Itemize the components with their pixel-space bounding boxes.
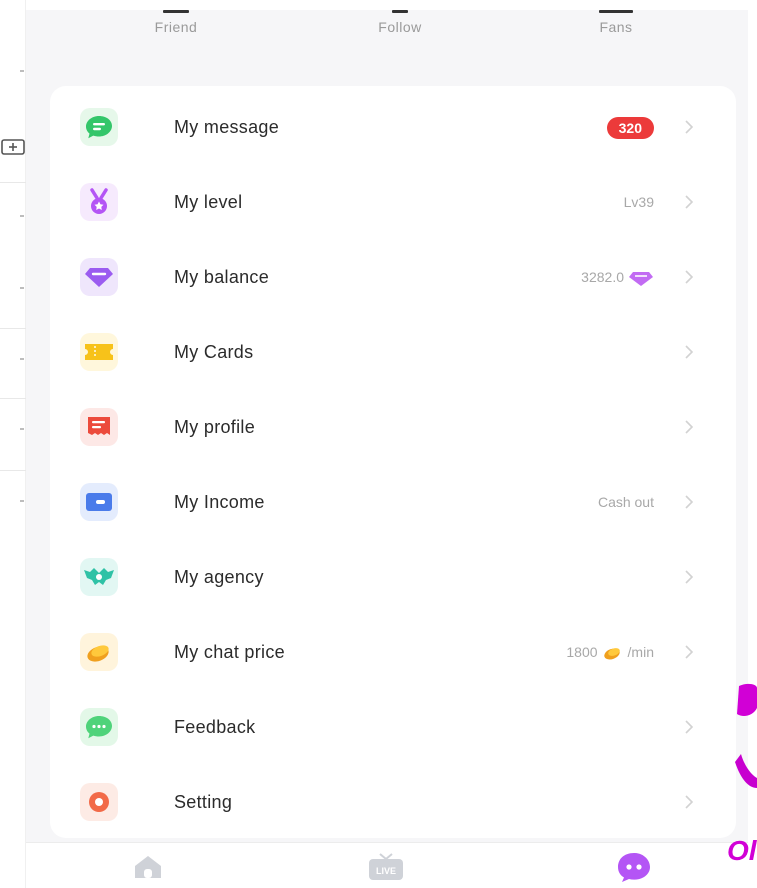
menu-item-label: My balance bbox=[174, 267, 270, 287]
text-fragment bbox=[20, 500, 24, 502]
chevron-right-icon bbox=[685, 120, 694, 134]
divider bbox=[0, 182, 26, 183]
settings-ring-icon bbox=[80, 783, 118, 821]
text-fragment bbox=[20, 358, 24, 360]
menu-item-label: My profile bbox=[174, 417, 256, 437]
agency-shield-icon bbox=[80, 558, 118, 596]
chevron-right-icon bbox=[685, 795, 694, 809]
cash-out-link[interactable]: Cash out bbox=[598, 465, 654, 540]
ticket-icon bbox=[80, 333, 118, 371]
home-icon bbox=[135, 856, 161, 878]
profile-screen: Friend Follow Fans My message 320 My lev… bbox=[26, 10, 748, 888]
divider bbox=[0, 398, 26, 399]
menu-item-my-balance[interactable]: My balance 3282.0 bbox=[50, 240, 736, 315]
coin-small-icon bbox=[603, 647, 620, 659]
brand-watermark: Ol bbox=[727, 680, 757, 888]
text-fragment bbox=[20, 70, 24, 72]
stat-number-cut bbox=[163, 10, 189, 13]
wallet-icon bbox=[80, 483, 118, 521]
brand-logo-icon: Ol bbox=[727, 683, 757, 866]
menu-item-my-chat-price[interactable]: My chat price 1800 /min bbox=[50, 615, 736, 690]
menu-item-feedback[interactable]: Feedback bbox=[50, 690, 736, 765]
menu-item-my-message[interactable]: My message 320 bbox=[50, 90, 736, 165]
stats-row: Friend Follow Fans bbox=[26, 10, 748, 70]
chat-bubble-icon bbox=[80, 108, 118, 146]
menu-item-label: My Income bbox=[174, 492, 265, 512]
stat-label: Fans bbox=[599, 19, 633, 35]
chat-price-amount: 1800 bbox=[566, 644, 598, 660]
live-label: LIVE bbox=[376, 866, 396, 876]
divider bbox=[0, 328, 26, 329]
brand-text: Ol bbox=[727, 835, 757, 866]
menu-item-setting[interactable]: Setting bbox=[50, 765, 736, 840]
text-fragment bbox=[20, 287, 24, 289]
profile-card-icon bbox=[80, 408, 118, 446]
chevron-right-icon bbox=[685, 345, 694, 359]
chevron-right-icon bbox=[685, 495, 694, 509]
level-value: Lv39 bbox=[623, 194, 654, 210]
text-fragment bbox=[20, 428, 24, 430]
chevron-right-icon bbox=[685, 570, 694, 584]
add-screen-icon bbox=[1, 139, 25, 155]
chevron-right-icon bbox=[685, 645, 694, 659]
chat-price-unit: /min bbox=[627, 644, 654, 660]
live-tv-icon: LIVE bbox=[369, 853, 403, 880]
chevron-right-icon bbox=[685, 195, 694, 209]
menu-item-my-profile[interactable]: My profile bbox=[50, 390, 736, 465]
chat-price-value: 1800 /min bbox=[566, 615, 654, 690]
stat-friend[interactable]: Friend bbox=[116, 10, 236, 35]
menu-item-my-agency[interactable]: My agency bbox=[50, 540, 736, 615]
coin-icon bbox=[80, 633, 118, 671]
chevron-right-icon bbox=[685, 720, 694, 734]
stat-label: Follow bbox=[378, 19, 422, 35]
bottom-tab-bar: LIVE bbox=[26, 842, 748, 888]
unread-count-badge: 320 bbox=[606, 116, 654, 139]
stat-follow[interactable]: Follow bbox=[340, 10, 460, 35]
menu-item-my-cards[interactable]: My Cards bbox=[50, 315, 736, 390]
stat-fans[interactable]: Fans bbox=[556, 10, 676, 35]
menu-item-label: My chat price bbox=[174, 642, 285, 662]
diamond-small-icon bbox=[629, 271, 653, 286]
divider bbox=[0, 470, 26, 471]
chevron-right-icon bbox=[685, 270, 694, 284]
feedback-bubble-icon bbox=[80, 708, 118, 746]
menu-item-label: My Cards bbox=[174, 342, 254, 362]
tab-live[interactable]: LIVE bbox=[356, 849, 416, 885]
menu-item-my-income[interactable]: My Income Cash out bbox=[50, 465, 736, 540]
text-fragment bbox=[20, 215, 24, 217]
menu-item-label: My message bbox=[174, 117, 280, 137]
menu-item-label: Setting bbox=[174, 792, 233, 812]
menu-item-label: Feedback bbox=[174, 717, 256, 737]
menu-item-label: My level bbox=[174, 192, 243, 212]
menu-item-my-level[interactable]: My level Lv39 bbox=[50, 165, 736, 240]
background-screen-strip bbox=[0, 0, 26, 888]
stat-number-cut bbox=[392, 10, 408, 13]
balance-value: 3282.0 bbox=[581, 240, 654, 315]
menu-card: My message 320 My level Lv39 My balance … bbox=[50, 86, 736, 838]
diamond-icon bbox=[80, 258, 118, 296]
menu-item-value: 320 bbox=[606, 90, 654, 165]
medal-icon bbox=[80, 183, 118, 221]
chevron-right-icon bbox=[685, 420, 694, 434]
menu-item-label: My agency bbox=[174, 567, 264, 587]
tab-me[interactable] bbox=[604, 849, 664, 885]
chat-face-icon bbox=[618, 853, 650, 882]
balance-amount: 3282.0 bbox=[581, 269, 624, 285]
stat-number-cut bbox=[599, 10, 633, 13]
tab-home[interactable] bbox=[118, 849, 178, 885]
stat-label: Friend bbox=[154, 19, 198, 35]
